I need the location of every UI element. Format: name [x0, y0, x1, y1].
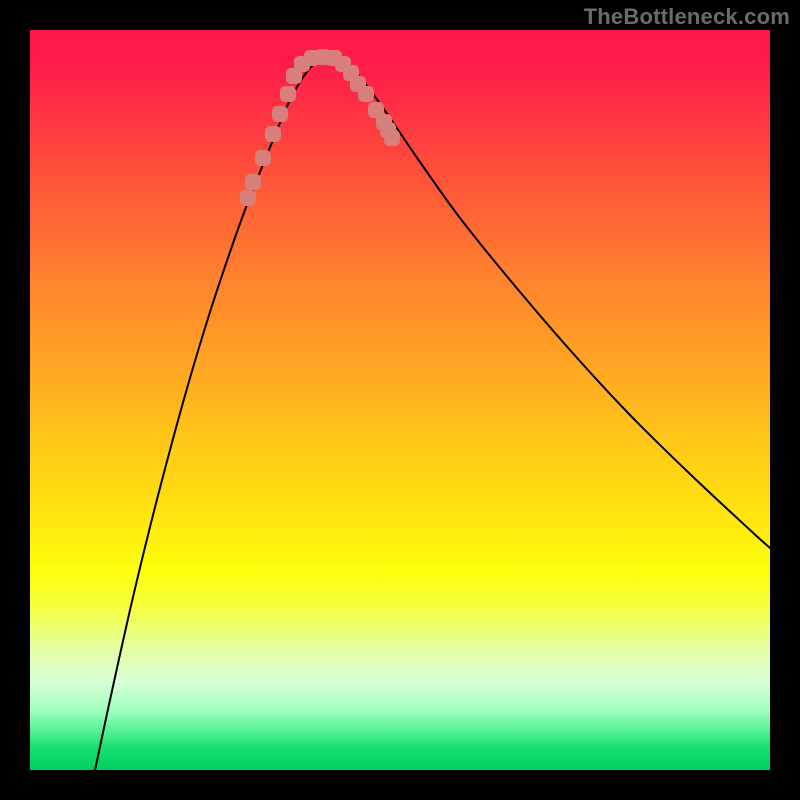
curve-marker: [384, 130, 400, 146]
chart-frame: TheBottleneck.com: [0, 0, 800, 800]
curve-marker: [245, 174, 261, 190]
curve-marker: [265, 126, 281, 142]
plot-area: [30, 30, 770, 770]
curve-marker: [280, 86, 296, 102]
bottleneck-curve: [95, 58, 770, 770]
curve-marker: [255, 150, 271, 166]
curve-marker: [240, 190, 256, 206]
curve-marker: [358, 86, 374, 102]
curve-marker: [272, 106, 288, 122]
watermark-text: TheBottleneck.com: [584, 4, 790, 30]
curve-layer: [30, 30, 770, 770]
